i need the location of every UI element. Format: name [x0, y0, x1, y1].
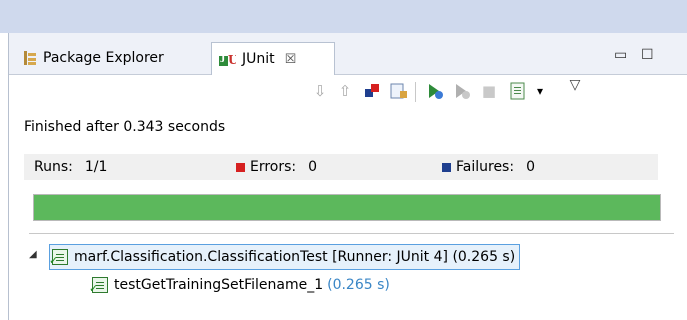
test-suite-passed-icon [49, 249, 68, 266]
tab-package-explorer[interactable]: Package Explorer [15, 42, 211, 73]
maximize-icon[interactable]: ☐ [641, 47, 654, 63]
divider [29, 233, 674, 234]
svg-text:J: J [220, 53, 225, 63]
counter-panel: Runs: 1/1 Errors: 0 Failures: 0 [24, 154, 658, 180]
tab-label: Package Explorer [43, 49, 164, 66]
failure-icon [442, 162, 451, 172]
rerun-failed-glyph-icon [456, 84, 470, 99]
test-passed-icon [89, 277, 108, 294]
test-case-name: testGetTrainingSetFilename_1 [114, 277, 324, 293]
stop-icon[interactable]: ■ [478, 80, 500, 102]
test-suite-node[interactable]: marf.Classification.ClassificationTest [… [49, 244, 521, 270]
history-glyph-icon [510, 82, 525, 100]
runs-counter: Runs: 1/1 [34, 154, 107, 180]
junit-icon: U J [219, 53, 236, 67]
failures-only-glyph-icon [365, 84, 379, 97]
errors-value: 0 [308, 159, 318, 175]
run-status-text: Finished after 0.343 seconds [24, 119, 226, 135]
runs-value: 1/1 [84, 159, 108, 175]
tab-junit[interactable]: U J JUnit ☒ [211, 42, 335, 75]
scroll-lock-icon[interactable] [388, 80, 410, 102]
runs-label: Runs: [34, 159, 73, 175]
rerun-glyph-icon [429, 84, 443, 99]
view-menu-icon[interactable]: ▽ [564, 74, 586, 96]
errors-label: Errors: [250, 159, 297, 175]
errors-counter: Errors: 0 [236, 154, 317, 180]
previous-failure-icon[interactable]: ⇧ [334, 80, 356, 102]
show-failures-only-icon[interactable] [361, 80, 383, 102]
rerun-failed-first-icon[interactable] [451, 80, 473, 102]
view-tab-bar: Package Explorer U J JUnit ☒ ▭ ☐ [9, 33, 687, 75]
test-case-node[interactable]: testGetTrainingSetFilename_1 (0.265 s) [89, 273, 390, 297]
test-run-history-icon[interactable] [507, 80, 529, 102]
toolbar-separator [415, 82, 416, 102]
failures-counter: Failures: 0 [442, 154, 535, 180]
history-dropdown-icon[interactable]: ▾ [529, 80, 551, 102]
junit-toolbar: ⇩ ⇧ ■ ▾ ▽ [9, 77, 687, 106]
workbench-header-band [0, 0, 687, 33]
expand-collapse-icon[interactable]: ◢ [29, 249, 37, 260]
scroll-lock-glyph-icon [390, 83, 407, 99]
error-icon [236, 162, 245, 172]
test-case-time: (0.265 s) [327, 277, 390, 293]
close-tab-icon[interactable]: ☒ [285, 52, 297, 67]
next-failure-icon[interactable]: ⇩ [309, 80, 331, 102]
failures-value: 0 [526, 159, 535, 175]
minimize-icon[interactable]: ▭ [614, 47, 627, 63]
tab-label: JUnit [242, 51, 275, 67]
package-explorer-icon [24, 50, 36, 65]
progress-fill [34, 195, 660, 220]
test-suite-label: marf.Classification.ClassificationTest [… [74, 249, 516, 265]
svg-text:U: U [228, 53, 236, 67]
rerun-test-icon[interactable] [424, 80, 446, 102]
junit-view: Package Explorer U J JUnit ☒ ▭ ☐ ⇩ ⇧ ■ ▾… [8, 33, 687, 320]
test-progress-bar [33, 194, 661, 221]
failures-label: Failures: [456, 159, 515, 175]
